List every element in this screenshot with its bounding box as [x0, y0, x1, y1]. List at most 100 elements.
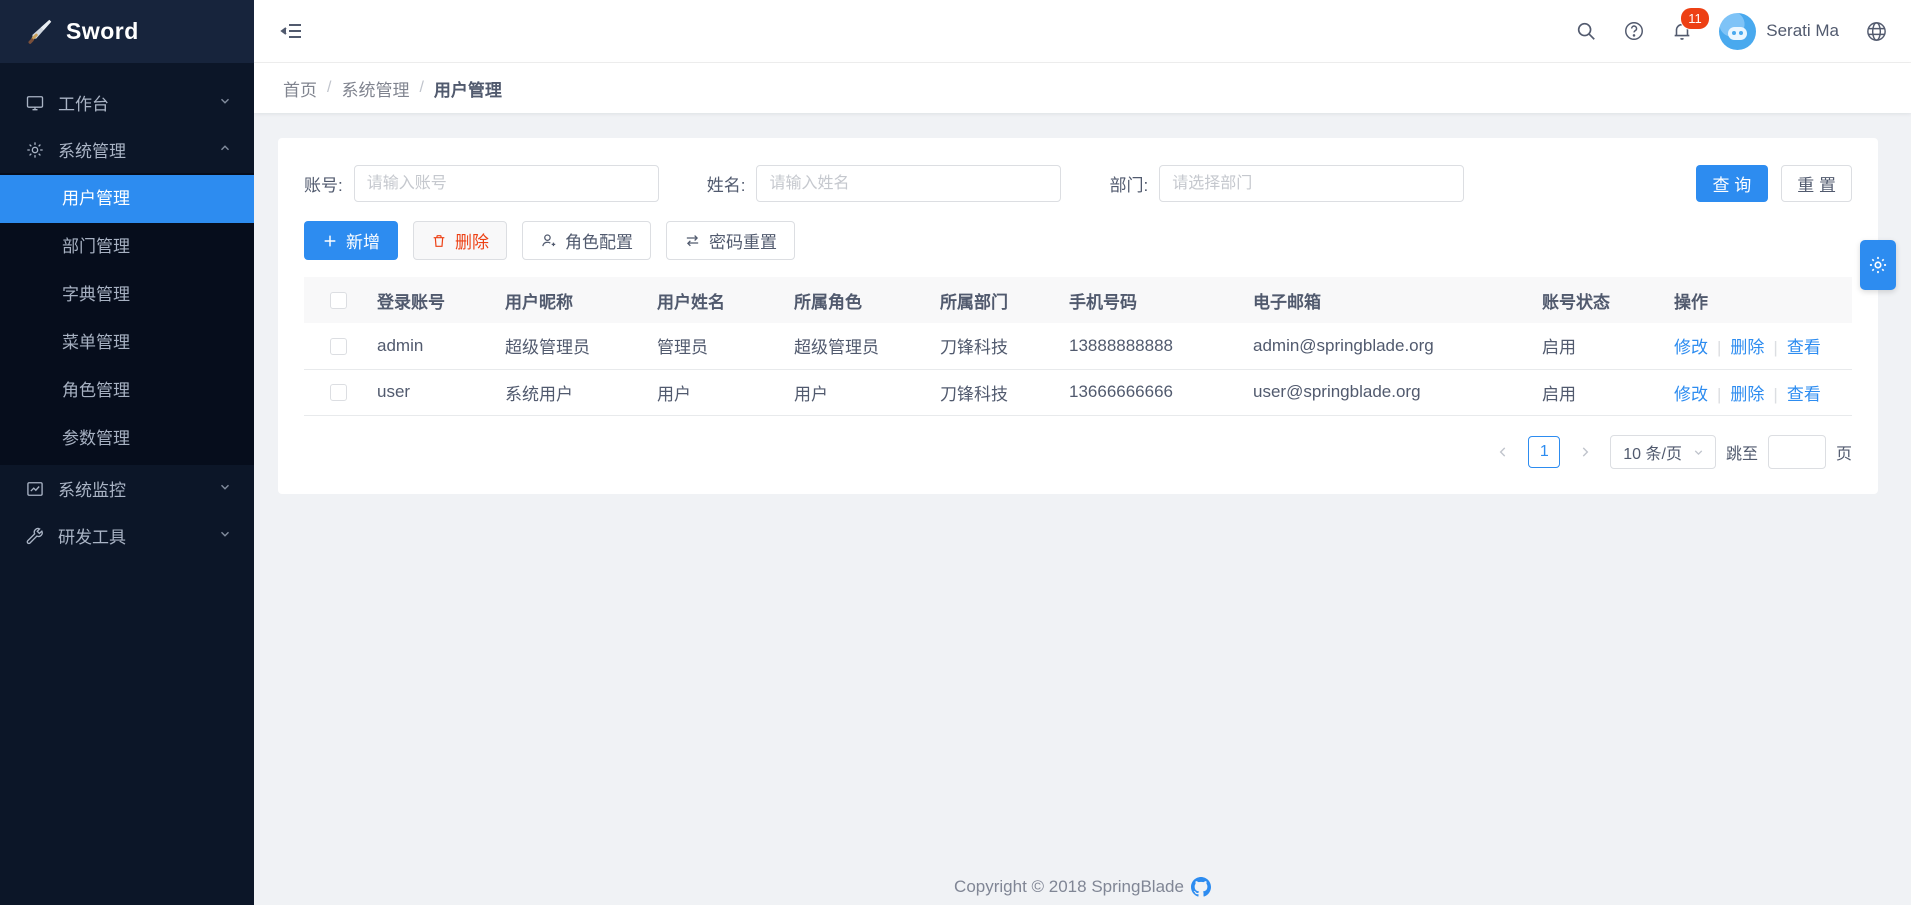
delete-link[interactable]: 删除: [1730, 385, 1764, 404]
sidebar-item-department-management[interactable]: 部门管理: [0, 223, 254, 271]
page-number-button[interactable]: 1: [1528, 436, 1560, 468]
cell-department: 刀锋科技: [936, 369, 1065, 415]
notifications-button[interactable]: 11: [1671, 20, 1693, 42]
cell-nickname: 超级管理员: [501, 323, 653, 369]
edit-link[interactable]: 修改: [1674, 338, 1708, 357]
name-label: 姓名:: [707, 171, 746, 196]
breadcrumb-home[interactable]: 首页: [283, 76, 317, 101]
delete-button[interactable]: 删除: [413, 221, 507, 260]
next-page-icon[interactable]: [1570, 437, 1600, 467]
view-link[interactable]: 查看: [1787, 338, 1821, 357]
jump-label: 跳至: [1726, 440, 1758, 464]
chevron-up-icon: [218, 140, 232, 160]
password-reset-button[interactable]: 密码重置: [666, 221, 795, 260]
sidebar-item-menu-management[interactable]: 菜单管理: [0, 319, 254, 367]
role-config-button[interactable]: 角色配置: [522, 221, 651, 260]
user-menu[interactable]: Serati Ma: [1719, 13, 1839, 50]
cell-role: 超级管理员: [790, 323, 936, 369]
row-checkbox[interactable]: [330, 338, 347, 355]
filter-row: 账号: 姓名: 部门: 查 询 重 置: [304, 138, 1852, 202]
cell-name: 管理员: [653, 323, 790, 369]
cell-status: 启用: [1538, 369, 1670, 415]
sidebar-item-role-management[interactable]: 角色管理: [0, 367, 254, 415]
gear-icon: [1867, 254, 1889, 276]
search-button[interactable]: 查 询: [1696, 165, 1769, 202]
prev-page-icon[interactable]: [1488, 437, 1518, 467]
account-filter: 账号:: [304, 165, 659, 202]
col-operations: 操作: [1670, 277, 1852, 323]
sidebar-item-label: 系统监控: [58, 476, 218, 501]
wrench-icon: [24, 525, 46, 547]
swap-icon: [684, 232, 701, 249]
row-checkbox[interactable]: [330, 384, 347, 401]
app-logo[interactable]: Sword: [0, 0, 254, 63]
cell-phone: 13666666666: [1065, 369, 1249, 415]
chevron-down-icon: [218, 526, 232, 546]
sidebar-item-label: 研发工具: [58, 523, 218, 548]
col-status: 账号状态: [1538, 277, 1670, 323]
settings-button[interactable]: [1860, 240, 1896, 290]
sidebar-collapse-icon[interactable]: [280, 19, 304, 43]
reset-button[interactable]: 重 置: [1781, 165, 1852, 202]
cell-phone: 13888888888: [1065, 323, 1249, 369]
users-table: 登录账号 用户昵称 用户姓名 所属角色 所属部门 手机号码 电子邮箱 账号状态 …: [304, 277, 1852, 416]
cell-account: admin: [373, 323, 501, 369]
edit-link[interactable]: 修改: [1674, 385, 1708, 404]
help-icon[interactable]: [1623, 20, 1645, 42]
department-filter: 部门:: [1109, 165, 1464, 202]
department-select[interactable]: [1159, 165, 1464, 202]
cell-email: user@springblade.org: [1249, 369, 1538, 415]
main-area: 11 Serati Ma 首页 / 系统管理 / 用户管理: [254, 0, 1911, 905]
toolbar: 新增 删除 角色配置: [304, 221, 1852, 260]
col-email: 电子邮箱: [1249, 277, 1538, 323]
cell-department: 刀锋科技: [936, 323, 1065, 369]
globe-icon[interactable]: [1865, 20, 1887, 42]
sidebar-item-user-management[interactable]: 用户管理: [0, 175, 254, 223]
table-row-user: user 系统用户 用户 用户 刀锋科技 13666666666 user@sp…: [304, 369, 1852, 415]
name-input[interactable]: [756, 165, 1061, 202]
department-label: 部门:: [1109, 171, 1148, 196]
cell-status: 启用: [1538, 323, 1670, 369]
chart-icon: [24, 478, 46, 500]
system-management-submenu: 用户管理 部门管理 字典管理 菜单管理 角色管理 参数管理: [0, 173, 254, 465]
sidebar-item-workbench[interactable]: 工作台: [0, 79, 254, 126]
sidebar-item-dictionary-management[interactable]: 字典管理: [0, 271, 254, 319]
cell-email: admin@springblade.org: [1249, 323, 1538, 369]
sidebar-item-system-management[interactable]: 系统管理: [0, 126, 254, 173]
col-role: 所属角色: [790, 277, 936, 323]
copyright-text: Copyright © 2018 SpringBlade: [954, 877, 1184, 897]
footer: Copyright © 2018 SpringBlade: [254, 877, 1911, 897]
github-icon[interactable]: [1191, 877, 1211, 897]
monitor-icon: [24, 92, 46, 114]
top-bar: 11 Serati Ma: [254, 0, 1911, 63]
view-link[interactable]: 查看: [1787, 385, 1821, 404]
add-button[interactable]: 新增: [304, 221, 398, 260]
table-row-admin: admin 超级管理员 管理员 超级管理员 刀锋科技 13888888888 a…: [304, 323, 1852, 369]
delete-link[interactable]: 删除: [1730, 338, 1764, 357]
trash-icon: [431, 233, 447, 249]
sidebar-nav: 工作台 系统管理 用户管理 部门管理 字典管理 菜单管理 角色管理 参数: [0, 63, 254, 559]
cell-name: 用户: [653, 369, 790, 415]
gear-icon: [24, 139, 46, 161]
user-name: Serati Ma: [1766, 21, 1839, 41]
sidebar-item-parameter-management[interactable]: 参数管理: [0, 415, 254, 463]
plus-icon: [322, 233, 338, 249]
user-plus-icon: [540, 232, 557, 249]
sword-icon: [24, 17, 54, 47]
sidebar-item-system-monitor[interactable]: 系统监控: [0, 465, 254, 512]
breadcrumb-separator: /: [327, 79, 331, 97]
sidebar-item-dev-tools[interactable]: 研发工具: [0, 512, 254, 559]
chevron-down-icon: [218, 93, 232, 113]
select-all-checkbox[interactable]: [330, 292, 347, 309]
user-management-card: 账号: 姓名: 部门: 查 询 重 置: [278, 138, 1878, 494]
breadcrumb-current: 用户管理: [434, 76, 502, 101]
sidebar: Sword 工作台 系统管理: [0, 0, 254, 905]
breadcrumb-system-management[interactable]: 系统管理: [341, 76, 409, 101]
sidebar-item-label: 系统管理: [58, 137, 218, 162]
table-header-row: 登录账号 用户昵称 用户姓名 所属角色 所属部门 手机号码 电子邮箱 账号状态 …: [304, 277, 1852, 323]
page-size-select[interactable]: 10 条/页: [1610, 435, 1716, 469]
jump-page-input[interactable]: [1768, 435, 1826, 469]
col-nickname: 用户昵称: [501, 277, 653, 323]
search-icon[interactable]: [1575, 20, 1597, 42]
account-input[interactable]: [354, 165, 659, 202]
